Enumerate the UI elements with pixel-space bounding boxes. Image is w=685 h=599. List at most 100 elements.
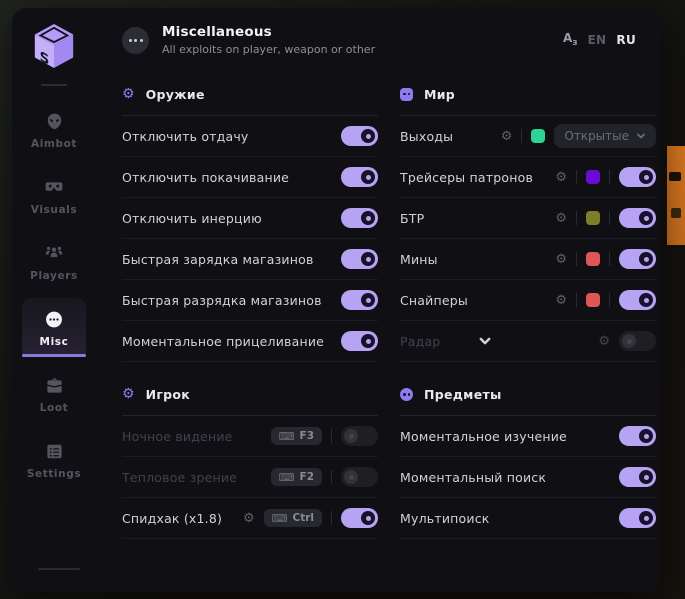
row-instant-search: Моментальный поиск (400, 457, 656, 498)
toggle[interactable] (619, 208, 656, 228)
row-label: БТР (400, 211, 555, 226)
sidebar-item-visuals[interactable]: Visuals (22, 166, 86, 225)
keyboard-icon: ⌨ (279, 472, 295, 483)
right-column: Мир Выходы ⚙ Открытые (400, 84, 656, 561)
toggle[interactable] (619, 167, 656, 187)
color-swatch[interactable] (586, 170, 600, 184)
row-label: Моментальный поиск (400, 470, 619, 485)
gear-icon[interactable]: ⚙ (555, 294, 567, 307)
control-divider (609, 293, 610, 307)
control-divider (331, 470, 332, 484)
sidebar-item-label: Misc (40, 336, 69, 348)
row-no-recoil: Отключить отдачу (122, 116, 378, 157)
row-btr: БТР ⚙ (400, 198, 656, 239)
world-icon (400, 88, 413, 101)
gear-icon[interactable]: ⚙ (243, 512, 255, 525)
section-title: Предметы (424, 387, 502, 402)
keyboard-icon: ⌨ (279, 431, 295, 442)
row-label: Ночное видение (122, 429, 271, 444)
toggle[interactable] (619, 426, 656, 446)
gear-icon[interactable]: ⚙ (555, 253, 567, 266)
main-panel: Miscellaneous All exploits on player, we… (96, 8, 660, 592)
color-swatch[interactable] (531, 129, 545, 143)
expand-chevron-icon[interactable] (478, 334, 492, 348)
people-icon (44, 243, 64, 263)
sidebar-item-players[interactable]: Players (22, 232, 86, 291)
keybind-badge[interactable]: ⌨Ctrl (264, 509, 322, 527)
list-card-icon (44, 441, 64, 461)
row-no-sway: Отключить покачивание (122, 157, 378, 198)
row-bullet-tracers: Трейсеры патронов ⚙ (400, 157, 656, 198)
cheat-menu-window: S G Aimbot Visuals Players (12, 8, 660, 592)
row-mines: Мины ⚙ (400, 239, 656, 280)
section-title: Оружие (146, 87, 205, 102)
sidebar-item-label: Aimbot (31, 138, 77, 150)
row-label: Моментальное прицеливание (122, 334, 341, 349)
section-weapon: ⚙ Оружие Отключить отдачу Отключить пока… (122, 84, 378, 362)
row-multisearch: Мультипоиск (400, 498, 656, 539)
toggle[interactable] (341, 508, 378, 528)
row-label: Трейсеры патронов (400, 170, 555, 185)
translate-icon: Aз (563, 32, 578, 48)
control-divider (331, 511, 332, 525)
sidebar-item-label: Visuals (31, 204, 77, 216)
keybind-badge[interactable]: ⌨F3 (271, 427, 322, 445)
toggle[interactable] (619, 249, 656, 269)
color-swatch[interactable] (586, 293, 600, 307)
control-divider (576, 211, 577, 225)
exits-dropdown[interactable]: Открытые (554, 124, 656, 148)
row-instant-examine: Моментальное изучение (400, 416, 656, 457)
row-label: Быстрая зарядка магазинов (122, 252, 341, 267)
toggle[interactable] (341, 126, 378, 146)
row-label: Спидхак (x1.8) (122, 511, 243, 526)
row-label: Мины (400, 252, 555, 267)
toggle[interactable] (619, 467, 656, 487)
sidebar-item-misc[interactable]: Misc (22, 298, 86, 357)
section-title: Мир (424, 87, 455, 102)
sidebar-item-settings[interactable]: Settings (22, 430, 86, 489)
toggle[interactable] (341, 331, 378, 351)
page-title: Miscellaneous (162, 24, 375, 40)
toggle[interactable] (341, 249, 378, 269)
toggle[interactable] (341, 467, 378, 487)
sidebar-divider (41, 84, 67, 86)
chevron-down-icon (636, 131, 646, 141)
gear-icon[interactable]: ⚙ (555, 212, 567, 225)
toggle[interactable] (619, 508, 656, 528)
row-fast-unload: Быстрая разрядка магазинов (122, 280, 378, 321)
toggle[interactable] (341, 167, 378, 187)
briefcase-icon (44, 375, 64, 395)
row-no-inertia: Отключить инерцию (122, 198, 378, 239)
section-player-header: ⚙ Игрок (122, 384, 378, 404)
gear-icon[interactable]: ⚙ (501, 130, 513, 143)
sidebar-nav: Aimbot Visuals Players Misc (12, 100, 96, 496)
toggle[interactable] (619, 290, 656, 310)
section-player: ⚙ Игрок Ночное видение ⌨F3 Тепловое зр (122, 384, 378, 539)
lang-en-button[interactable]: EN (588, 33, 607, 47)
sidebar-item-loot[interactable]: Loot (22, 364, 86, 423)
active-tab-underline (22, 354, 86, 357)
lang-ru-button[interactable]: RU (616, 33, 636, 47)
gear-icon: ⚙ (122, 87, 135, 101)
toggle[interactable] (341, 426, 378, 446)
row-label: Отключить покачивание (122, 170, 341, 185)
toggle[interactable] (341, 208, 378, 228)
toggle[interactable] (619, 331, 656, 351)
row-night-vision: Ночное видение ⌨F3 (122, 416, 378, 457)
alien-icon (44, 111, 64, 131)
items-icon (400, 388, 413, 401)
color-swatch[interactable] (586, 211, 600, 225)
app-logo-cube: S G (31, 22, 77, 70)
sidebar-item-aimbot[interactable]: Aimbot (22, 100, 86, 159)
keybind-badge[interactable]: ⌨F2 (271, 468, 322, 486)
gear-icon[interactable]: ⚙ (555, 171, 567, 184)
gear-icon[interactable]: ⚙ (598, 335, 610, 348)
control-divider (609, 170, 610, 184)
background-game-banner (667, 146, 685, 245)
toggle[interactable] (341, 290, 378, 310)
section-weapon-header: ⚙ Оружие (122, 84, 378, 104)
row-label: Быстрая разрядка магазинов (122, 293, 341, 308)
color-swatch[interactable] (586, 252, 600, 266)
row-exits: Выходы ⚙ Открытые (400, 116, 656, 157)
sidebar-item-label: Settings (27, 468, 81, 480)
